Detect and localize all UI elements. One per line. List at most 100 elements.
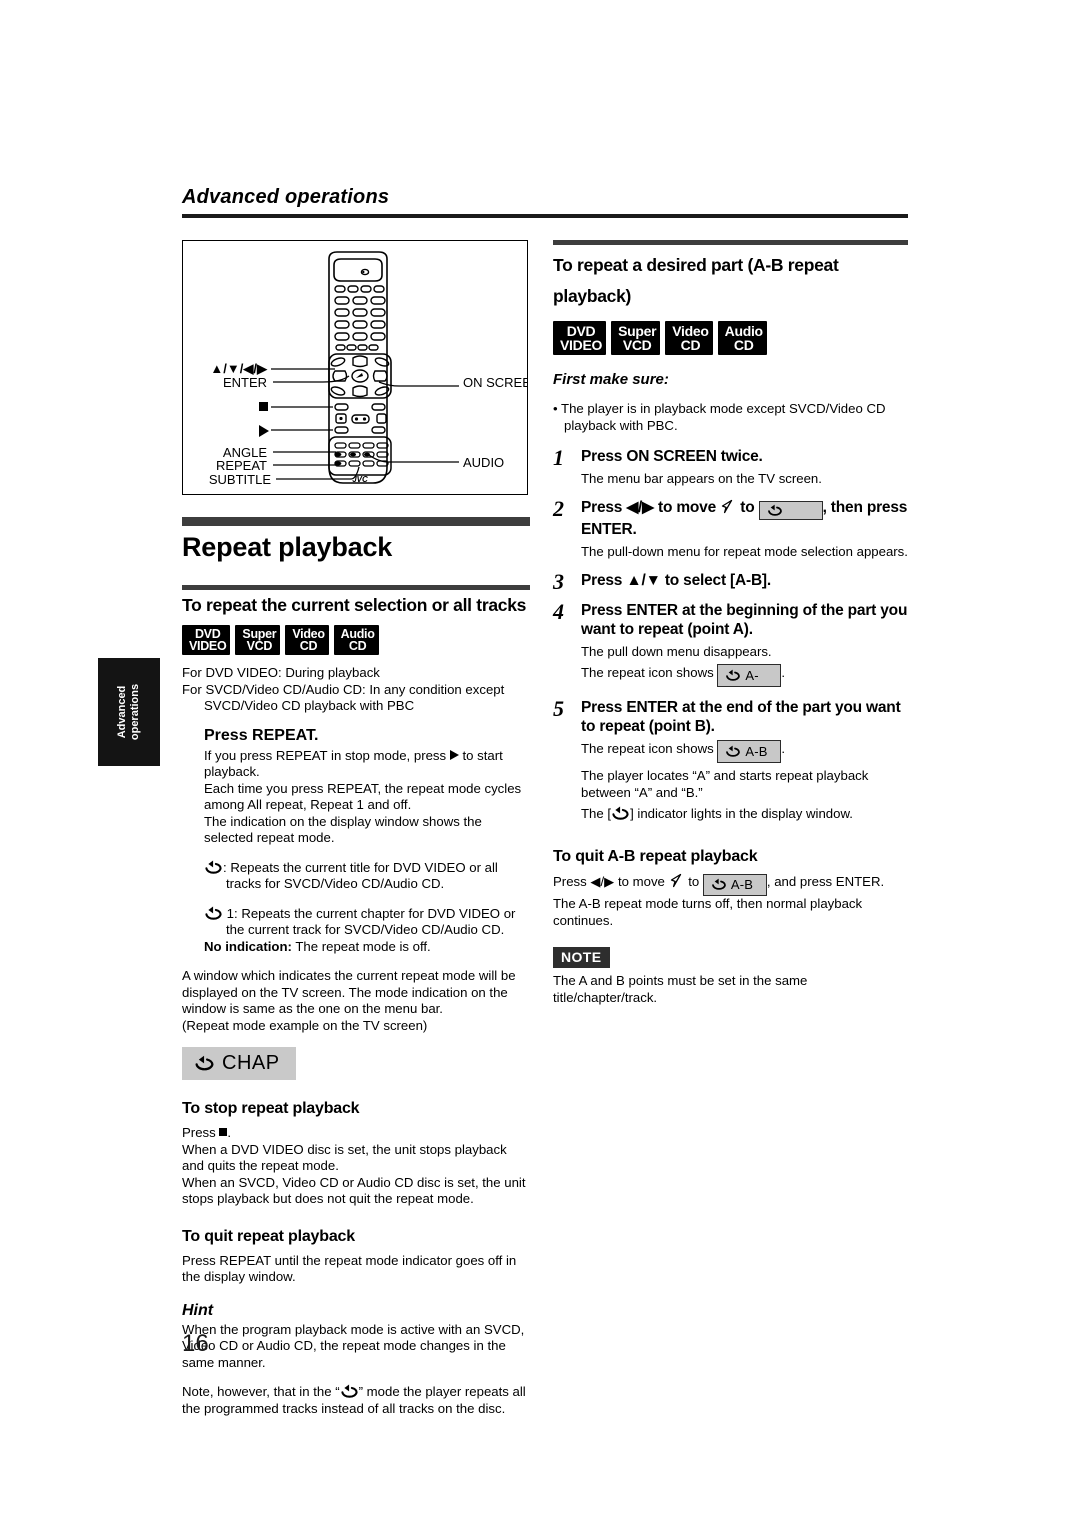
step-2-text-a: Press ◀/▶ to move (581, 499, 721, 517)
badge-super-vcd: Super VCD (235, 625, 281, 655)
step-number: 3 (553, 569, 564, 595)
ab-title-line-2: playback) (553, 286, 632, 306)
note-badge: NOTE (553, 947, 610, 969)
left-column: JVC ▲/▼/◀/▶ ENTER ANGLE REPEAT SUBTITLE … (182, 240, 530, 1417)
mode-one-line: 1: Repeats the current chapter for DVD V… (204, 906, 530, 939)
stop-press-tail: . (227, 1125, 232, 1140)
step-number: 1 (553, 445, 564, 471)
page-number: 16 (182, 1330, 209, 1357)
side-tab-line-2: operations (129, 683, 141, 741)
badge-video-cd: Video CD (665, 321, 713, 355)
step-body: The menu bar appears on the TV screen. (581, 471, 822, 487)
heading-quit-ab-repeat: To quit A-B repeat playback (553, 848, 758, 866)
repeat-ab-chip-label: A-B (745, 744, 768, 760)
badge-line-1: DVD (566, 323, 596, 339)
step-3: 3 Press ▲/▼ to select [A-B]. (553, 569, 908, 594)
running-head-rule (182, 214, 908, 218)
quit-ab-para: Press ◀/▶ to move to A-B, and press ENTE… (553, 873, 908, 929)
condition-line-2: For SVCD/Video CD/Audio CD: In any condi… (182, 681, 505, 714)
badge-super-vcd: Super VCD (611, 321, 661, 355)
label-cursor: ▲/▼/◀/▶ (210, 361, 268, 376)
section-rule (182, 517, 530, 526)
step-5-text-c: The [ (581, 806, 612, 822)
heading-quit-repeat-playback: To quit repeat playback (182, 1227, 355, 1245)
subsection-rule-ab (553, 240, 908, 245)
stop-para-2: When an SVCD, Video CD or Audio CD disc … (182, 1174, 526, 1207)
stop-press-text: Press (182, 1125, 220, 1140)
badge-line-2: VIDEO (189, 639, 227, 653)
stop-press-line: Press . (182, 1125, 530, 1142)
quit-ab-text-a: Press ◀/▶ to move (553, 874, 669, 890)
step-heading: Press ▲/▼ to select [A-B]. (581, 572, 772, 590)
mode-all-line: : Repeats the current title for DVD VIDE… (204, 860, 530, 893)
repeat-a-chip-label: A- (745, 668, 759, 684)
repeat-ab-chip-label: A-B (730, 876, 754, 892)
subsection-title-repeat-current: To repeat the current selection or all t… (182, 595, 527, 615)
mode-all-text: : Repeats the current title for DVD VIDE… (223, 859, 498, 892)
label-repeat: REPEAT (216, 458, 267, 473)
press-repeat-para-2: Each time you press REPEAT, the repeat m… (204, 780, 522, 813)
badge-line-2: VIDEO (560, 337, 603, 353)
step-heading: Press ON SCREEN twice. (581, 448, 763, 466)
stop-para-1: When a DVD VIDEO disc is set, the unit s… (182, 1141, 507, 1174)
repeat-icon (195, 1055, 214, 1071)
label-subtitle: SUBTITLE (209, 472, 271, 487)
heading-stop-repeat-playback: To stop repeat playback (182, 1100, 360, 1117)
step-4: 4 Press ENTER at the beginning of the pa… (553, 599, 908, 688)
step-5-text-b: . (781, 741, 786, 757)
step-heading: Press ◀/▶ to move to , then press ENTER. (581, 498, 908, 539)
label-audio: AUDIO (463, 455, 504, 470)
repeat-icon (205, 905, 222, 920)
hint-heading: Hint (182, 1301, 214, 1319)
page-title: Repeat playback (182, 532, 393, 562)
press-repeat-heading: Press REPEAT. (204, 726, 319, 744)
note-text: The A and B points must be set in the sa… (553, 973, 808, 1005)
window-description-para: A window which indicates the current rep… (182, 968, 516, 1016)
first-make-sure-heading: First make sure: (553, 371, 669, 388)
badge-audio-cd: Audio CD (717, 321, 767, 355)
badge-dvd-video: DVD VIDEO (182, 625, 231, 655)
repeat-icon (712, 878, 726, 891)
badge-line-2: VCD (622, 337, 652, 353)
step-body: The pull-down menu for repeat mode selec… (581, 544, 908, 560)
repeat-a-chip: A- (717, 664, 782, 688)
step-5-text-d: ] indicator lights in the display window… (630, 806, 853, 822)
step-body-3: The [ ] indicator lights in the display w… (581, 805, 908, 822)
step-heading: Press ENTER at the beginning of the part… (581, 602, 908, 639)
running-head-title: Advanced operations (182, 186, 390, 208)
chap-chip-label: CHAP (222, 1052, 280, 1074)
manual-page: Advanced operations Advanced operations (0, 0, 1080, 1528)
badge-audio-cd: Audio CD (333, 625, 379, 655)
step-5: 5 Press ENTER at the end of the part you… (553, 696, 908, 822)
side-thumb-tab: Advanced operations (98, 658, 160, 766)
cursor-arrow-icon (670, 874, 681, 888)
mode-off-line: No indication: The repeat mode is off. (204, 939, 530, 956)
first-make-sure-bullet: • The player is in playback mode except … (553, 401, 886, 433)
step-4-text-a: The repeat icon shows (581, 665, 718, 681)
quit-para: Press REPEAT until the repeat mode indic… (182, 1252, 517, 1285)
press-repeat-para-3: The indication on the display window sho… (204, 813, 482, 846)
step-body-2: The player locates “A” and starts repeat… (581, 768, 869, 801)
condition-line-1: For DVD VIDEO: During playback (182, 665, 380, 680)
subsection-title-ab-repeat: To repeat a desired part (A-B repeat pla… (553, 250, 908, 312)
remote-control-illustration: JVC ▲/▼/◀/▶ ENTER ANGLE REPEAT SUBTITLE … (209, 251, 527, 487)
mode-one-text: 1: Repeats the current chapter for DVD V… (223, 905, 516, 938)
hint-para-1: When the program playback mode is active… (182, 1321, 525, 1370)
step-1: 1 Press ON SCREEN twice. The menu bar ap… (553, 445, 908, 487)
label-stop-glyph (259, 402, 268, 411)
badge-line-2: VCD (246, 639, 273, 653)
cursor-arrow-icon (721, 500, 733, 514)
mode-off-text: The repeat mode is off. (291, 938, 431, 954)
step-body-1: The pull down menu disappears. (581, 644, 772, 660)
repeat-icon (767, 504, 782, 517)
repeat-icon (612, 806, 629, 821)
remote-control-figure: JVC ▲/▼/◀/▶ ENTER ANGLE REPEAT SUBTITLE … (182, 240, 528, 495)
badge-line-2: CD (299, 639, 318, 653)
step-4-text-b: . (781, 665, 786, 681)
press-repeat-para-1-a: If you press REPEAT in stop mode, press (204, 747, 450, 763)
label-on-screen: ON SCREEN (463, 375, 527, 390)
ab-title-line-1: To repeat a desired part (A-B repeat (553, 255, 839, 275)
mode-off-label: No indication: (204, 938, 292, 954)
quit-ab-text-b: to (684, 874, 703, 890)
repeat-icon (726, 745, 741, 758)
